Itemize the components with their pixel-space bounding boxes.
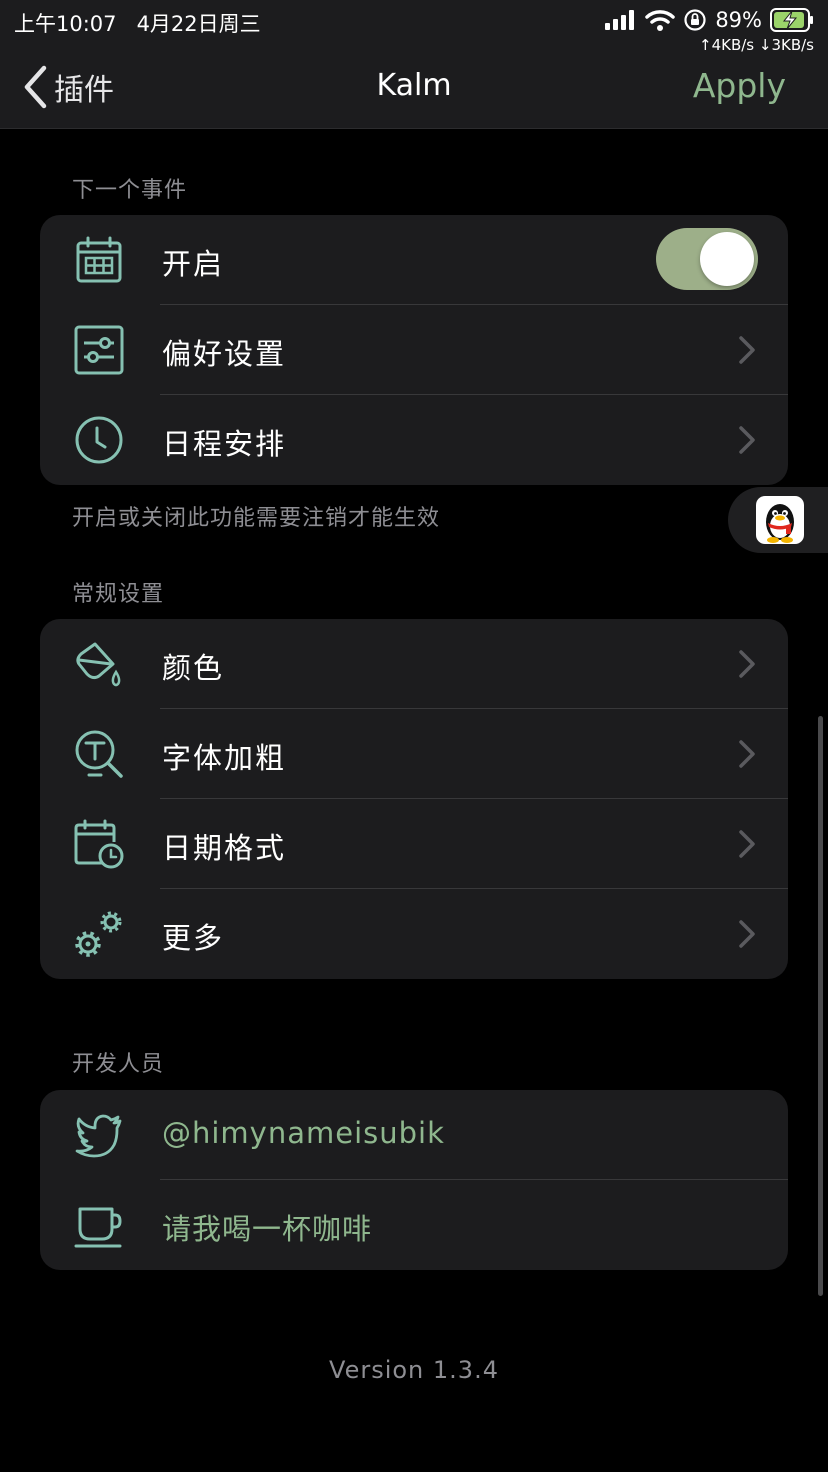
wifi-icon: [645, 10, 676, 31]
status-bar: 上午10:07 4月22日周三 89% ↑4KB/s ↓3KB/s: [0, 0, 828, 60]
section-header-next-event: 下一个事件: [72, 178, 188, 203]
next-event-group: 开启 偏好设置 日程安排: [40, 215, 788, 485]
row-coffee-label: 请我喝一杯咖啡: [162, 1212, 373, 1246]
status-date: 4月22日周三: [136, 12, 261, 36]
section-header-general: 常规设置: [72, 582, 165, 607]
chevron-right-icon: [739, 426, 755, 454]
battery-charging-icon: [770, 8, 813, 32]
enable-toggle[interactable]: [656, 228, 758, 290]
row-twitter[interactable]: @himynameisubik: [40, 1090, 788, 1180]
row-coffee[interactable]: 请我喝一杯咖啡: [40, 1180, 788, 1270]
battery-percent: 89%: [715, 8, 762, 32]
paint-bucket-icon: [76, 642, 121, 687]
developer-group: @himynameisubik 请我喝一杯咖啡: [40, 1090, 788, 1270]
row-font-bold[interactable]: 字体加粗: [40, 709, 788, 799]
chevron-right-icon: [739, 740, 755, 768]
gears-icon: [75, 911, 122, 957]
row-more[interactable]: 更多: [40, 889, 788, 979]
calendar-clock-icon: [74, 819, 124, 869]
navigation-bar: 插件 Kalm Apply: [0, 60, 828, 129]
row-preferences[interactable]: 偏好设置: [40, 305, 788, 395]
coffee-cup-icon: [74, 1207, 122, 1248]
floating-qq-button[interactable]: [728, 487, 828, 553]
row-color[interactable]: 颜色: [40, 619, 788, 709]
row-schedule-label: 日程安排: [162, 427, 287, 461]
toggle-knob: [700, 232, 754, 286]
general-settings-group: 颜色 字体加粗 日期格式 更多: [40, 619, 788, 979]
chevron-right-icon: [739, 336, 755, 364]
apply-button[interactable]: Apply: [693, 66, 786, 105]
section-header-developer: 开发人员: [72, 1052, 165, 1077]
row-date-format-label: 日期格式: [162, 831, 287, 865]
status-clock: 上午10:07: [14, 12, 117, 36]
row-twitter-label: @himynameisubik: [162, 1116, 445, 1150]
row-enable-label: 开启: [162, 247, 225, 281]
row-schedule[interactable]: 日程安排: [40, 395, 788, 485]
row-enable: 开启: [40, 215, 788, 305]
orientation-lock-icon: [684, 9, 706, 31]
row-more-label: 更多: [162, 921, 225, 955]
chevron-right-icon: [739, 650, 755, 678]
calendar-grid-icon: [76, 236, 122, 283]
row-font-bold-label: 字体加粗: [162, 741, 287, 775]
status-indicators: 89%: [605, 8, 814, 32]
sliders-icon: [74, 325, 124, 375]
clock-icon: [75, 416, 123, 464]
status-time: 上午10:07 4月22日周三: [14, 8, 261, 38]
chevron-right-icon: [739, 830, 755, 858]
font-search-icon: [75, 730, 123, 778]
scrollbar[interactable]: [818, 716, 823, 1296]
section-footer-note: 开启或关闭此功能需要注销才能生效: [72, 506, 441, 531]
twitter-icon: [75, 1114, 122, 1158]
row-date-format[interactable]: 日期格式: [40, 799, 788, 889]
version-label: Version 1.3.4: [329, 1356, 499, 1384]
row-color-label: 颜色: [162, 651, 225, 685]
network-speed: ↑4KB/s ↓3KB/s: [699, 36, 814, 54]
row-preferences-label: 偏好设置: [162, 337, 287, 371]
chevron-right-icon: [739, 920, 755, 948]
qq-penguin-icon: [756, 496, 804, 544]
cellular-signal-icon: [605, 10, 635, 30]
